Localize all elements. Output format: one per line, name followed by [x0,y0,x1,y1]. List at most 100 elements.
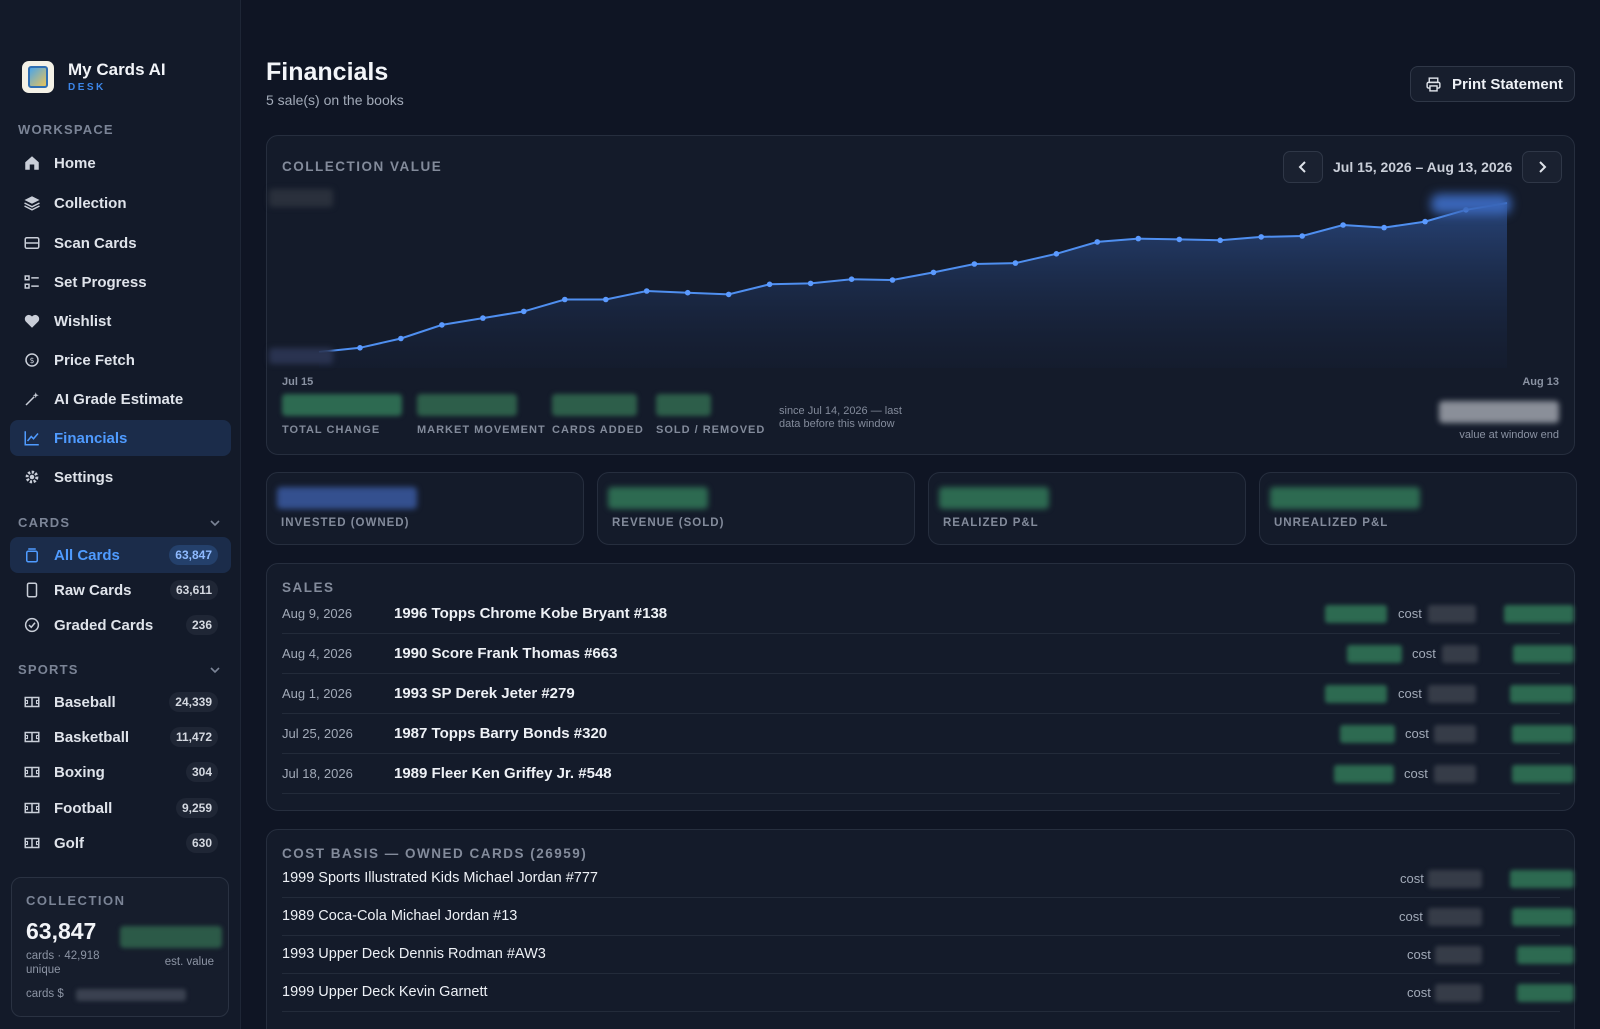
heart-icon [22,311,42,331]
nav-basketball[interactable]: Basketball 11,472 [10,719,231,755]
sales-panel: SALES Aug 9, 2026 1996 Topps Chrome Kobe… [266,563,1575,811]
nav-ai-grade-estimate[interactable]: AI Grade Estimate [10,381,231,417]
redacted-cost [1435,984,1482,1002]
nav-financials[interactable]: Financials [10,420,231,456]
cost-label: cost [1407,985,1431,1000]
chart-point[interactable] [807,280,814,287]
cost-row[interactable]: 1999 Upper Deck Kevin Garnett cost [282,974,1574,1012]
nav-label: Price Fetch [54,351,135,369]
print-statement-button[interactable]: Print Statement [1410,66,1575,102]
nav-collection[interactable]: Collection [10,185,231,221]
chart-point[interactable] [1299,233,1305,239]
sale-date: Aug 1, 2026 [282,686,353,701]
sale-date: Aug 9, 2026 [282,606,353,621]
count-badge: 630 [185,833,218,853]
redacted-value [656,394,711,416]
sale-card-name: 1993 SP Derek Jeter #279 [394,685,575,702]
sale-row[interactable]: Jul 25, 2026 1987 Topps Barry Bonds #320… [282,714,1574,754]
chart-point[interactable] [1012,260,1019,266]
home-icon [22,153,42,173]
brand[interactable]: My Cards AI DESK [22,60,166,93]
nav-all-cards[interactable]: All Cards 63,847 [10,537,231,573]
cost-row[interactable]: 1993 Upper Deck Dennis Rodman #AW3 cost [282,936,1574,974]
chart-point[interactable] [848,276,855,282]
next-range-button[interactable] [1522,151,1563,183]
sale-row[interactable]: Aug 4, 2026 1990 Score Frank Thomas #663… [282,634,1574,674]
cost-row[interactable]: 1989 Coca-Cola Michael Jordan #13 cost [282,898,1574,936]
field-icon [22,798,42,818]
chart-point[interactable] [521,308,527,315]
sale-row[interactable]: Jul 18, 2026 1989 Fleer Ken Griffey Jr. … [282,754,1574,794]
cost-row[interactable]: 1999 Sports Illustrated Kids Michael Jor… [282,860,1574,898]
chart-point[interactable] [603,296,609,303]
nav-raw-cards[interactable]: Raw Cards 63,611 [10,572,231,608]
cost-label: cost [1404,766,1428,781]
chart-point[interactable] [1135,235,1142,242]
chart-point[interactable] [357,345,363,351]
sale-card-name: 1989 Fleer Ken Griffey Jr. #548 [394,765,612,782]
nav-graded-cards[interactable]: Graded Cards 236 [10,607,231,643]
nav-label: All Cards [54,546,120,564]
nav-set-progress[interactable]: Set Progress [10,264,231,300]
chart-point[interactable] [684,289,691,296]
redacted-value [417,394,517,416]
chart-point[interactable] [1422,218,1428,225]
redacted-value [76,989,186,1001]
chart-point[interactable] [562,296,568,303]
checklist-icon [22,272,42,292]
chart-point[interactable] [971,261,978,267]
chart-point[interactable] [1340,222,1346,228]
chart-point[interactable] [398,335,404,342]
nav-boxing[interactable]: Boxing 304 [10,754,231,790]
nav-golf[interactable]: Golf 630 [10,825,231,861]
stat-label: MARKET MOVEMENT [417,424,546,436]
redacted-pl [1512,725,1574,743]
sale-row[interactable]: Aug 1, 2026 1993 SP Derek Jeter #279 cos… [282,674,1574,714]
nav-scan-cards[interactable]: Scan Cards [10,225,231,261]
date-range-nav: Jul 15, 2026 – Aug 13, 2026 [1283,151,1563,183]
nav-baseball[interactable]: Baseball 24,339 [10,684,231,720]
chart-point[interactable] [1258,234,1264,240]
chart-point[interactable] [480,315,486,321]
prev-range-button[interactable] [1283,151,1323,183]
redacted-pl [1510,685,1574,703]
kpi-label: INVESTED (OWNED) [281,517,410,529]
chart-point[interactable] [930,269,937,276]
chevron-down-icon[interactable] [208,516,222,530]
nav-wishlist[interactable]: Wishlist [10,303,231,339]
nav-price-fetch[interactable]: $ Price Fetch [10,342,231,378]
chart-point[interactable] [1053,251,1060,257]
chart-point[interactable] [1094,239,1101,245]
chart-point[interactable] [1381,224,1387,231]
nav-football[interactable]: Football 9,259 [10,790,231,826]
stat-label: SOLD / REMOVED [656,424,766,436]
stat-market-movement: MARKET MOVEMENT [417,394,546,436]
nav-home[interactable]: Home [10,145,231,181]
nav-label: AI Grade Estimate [54,390,184,408]
chart-point[interactable] [1217,237,1223,244]
redacted-sale-price [1334,765,1394,783]
nav-label: Football [54,799,113,817]
stat-total-change: TOTAL CHANGE [282,394,402,436]
badge-check-icon [22,615,42,635]
nav-settings[interactable]: Settings [10,459,231,495]
owned-card-name: 1993 Upper Deck Dennis Rodman #AW3 [282,946,546,962]
value-at-window-end: value at window end [1439,401,1559,441]
redacted-cost [1428,908,1482,926]
kpi-label: REALIZED P&L [943,517,1039,529]
redacted-value [282,394,402,416]
chart-point[interactable] [725,291,732,298]
price-icon: $ [22,350,42,370]
chart-point[interactable] [439,322,445,328]
field-icon [22,692,42,712]
owned-card-name: 1989 Coca-Cola Michael Jordan #13 [282,908,518,924]
stat-label: CARDS ADDED [552,424,644,436]
redacted-sale-price [1340,725,1395,743]
chart-point[interactable] [643,288,650,294]
sale-row[interactable]: Aug 9, 2026 1996 Topps Chrome Kobe Bryan… [282,594,1574,634]
stat-sold-removed: SOLD / REMOVED [656,394,765,436]
chevron-down-icon[interactable] [208,663,222,677]
chart-point[interactable] [889,277,896,283]
chart-point[interactable] [1176,236,1183,243]
chart-point[interactable] [766,281,773,288]
